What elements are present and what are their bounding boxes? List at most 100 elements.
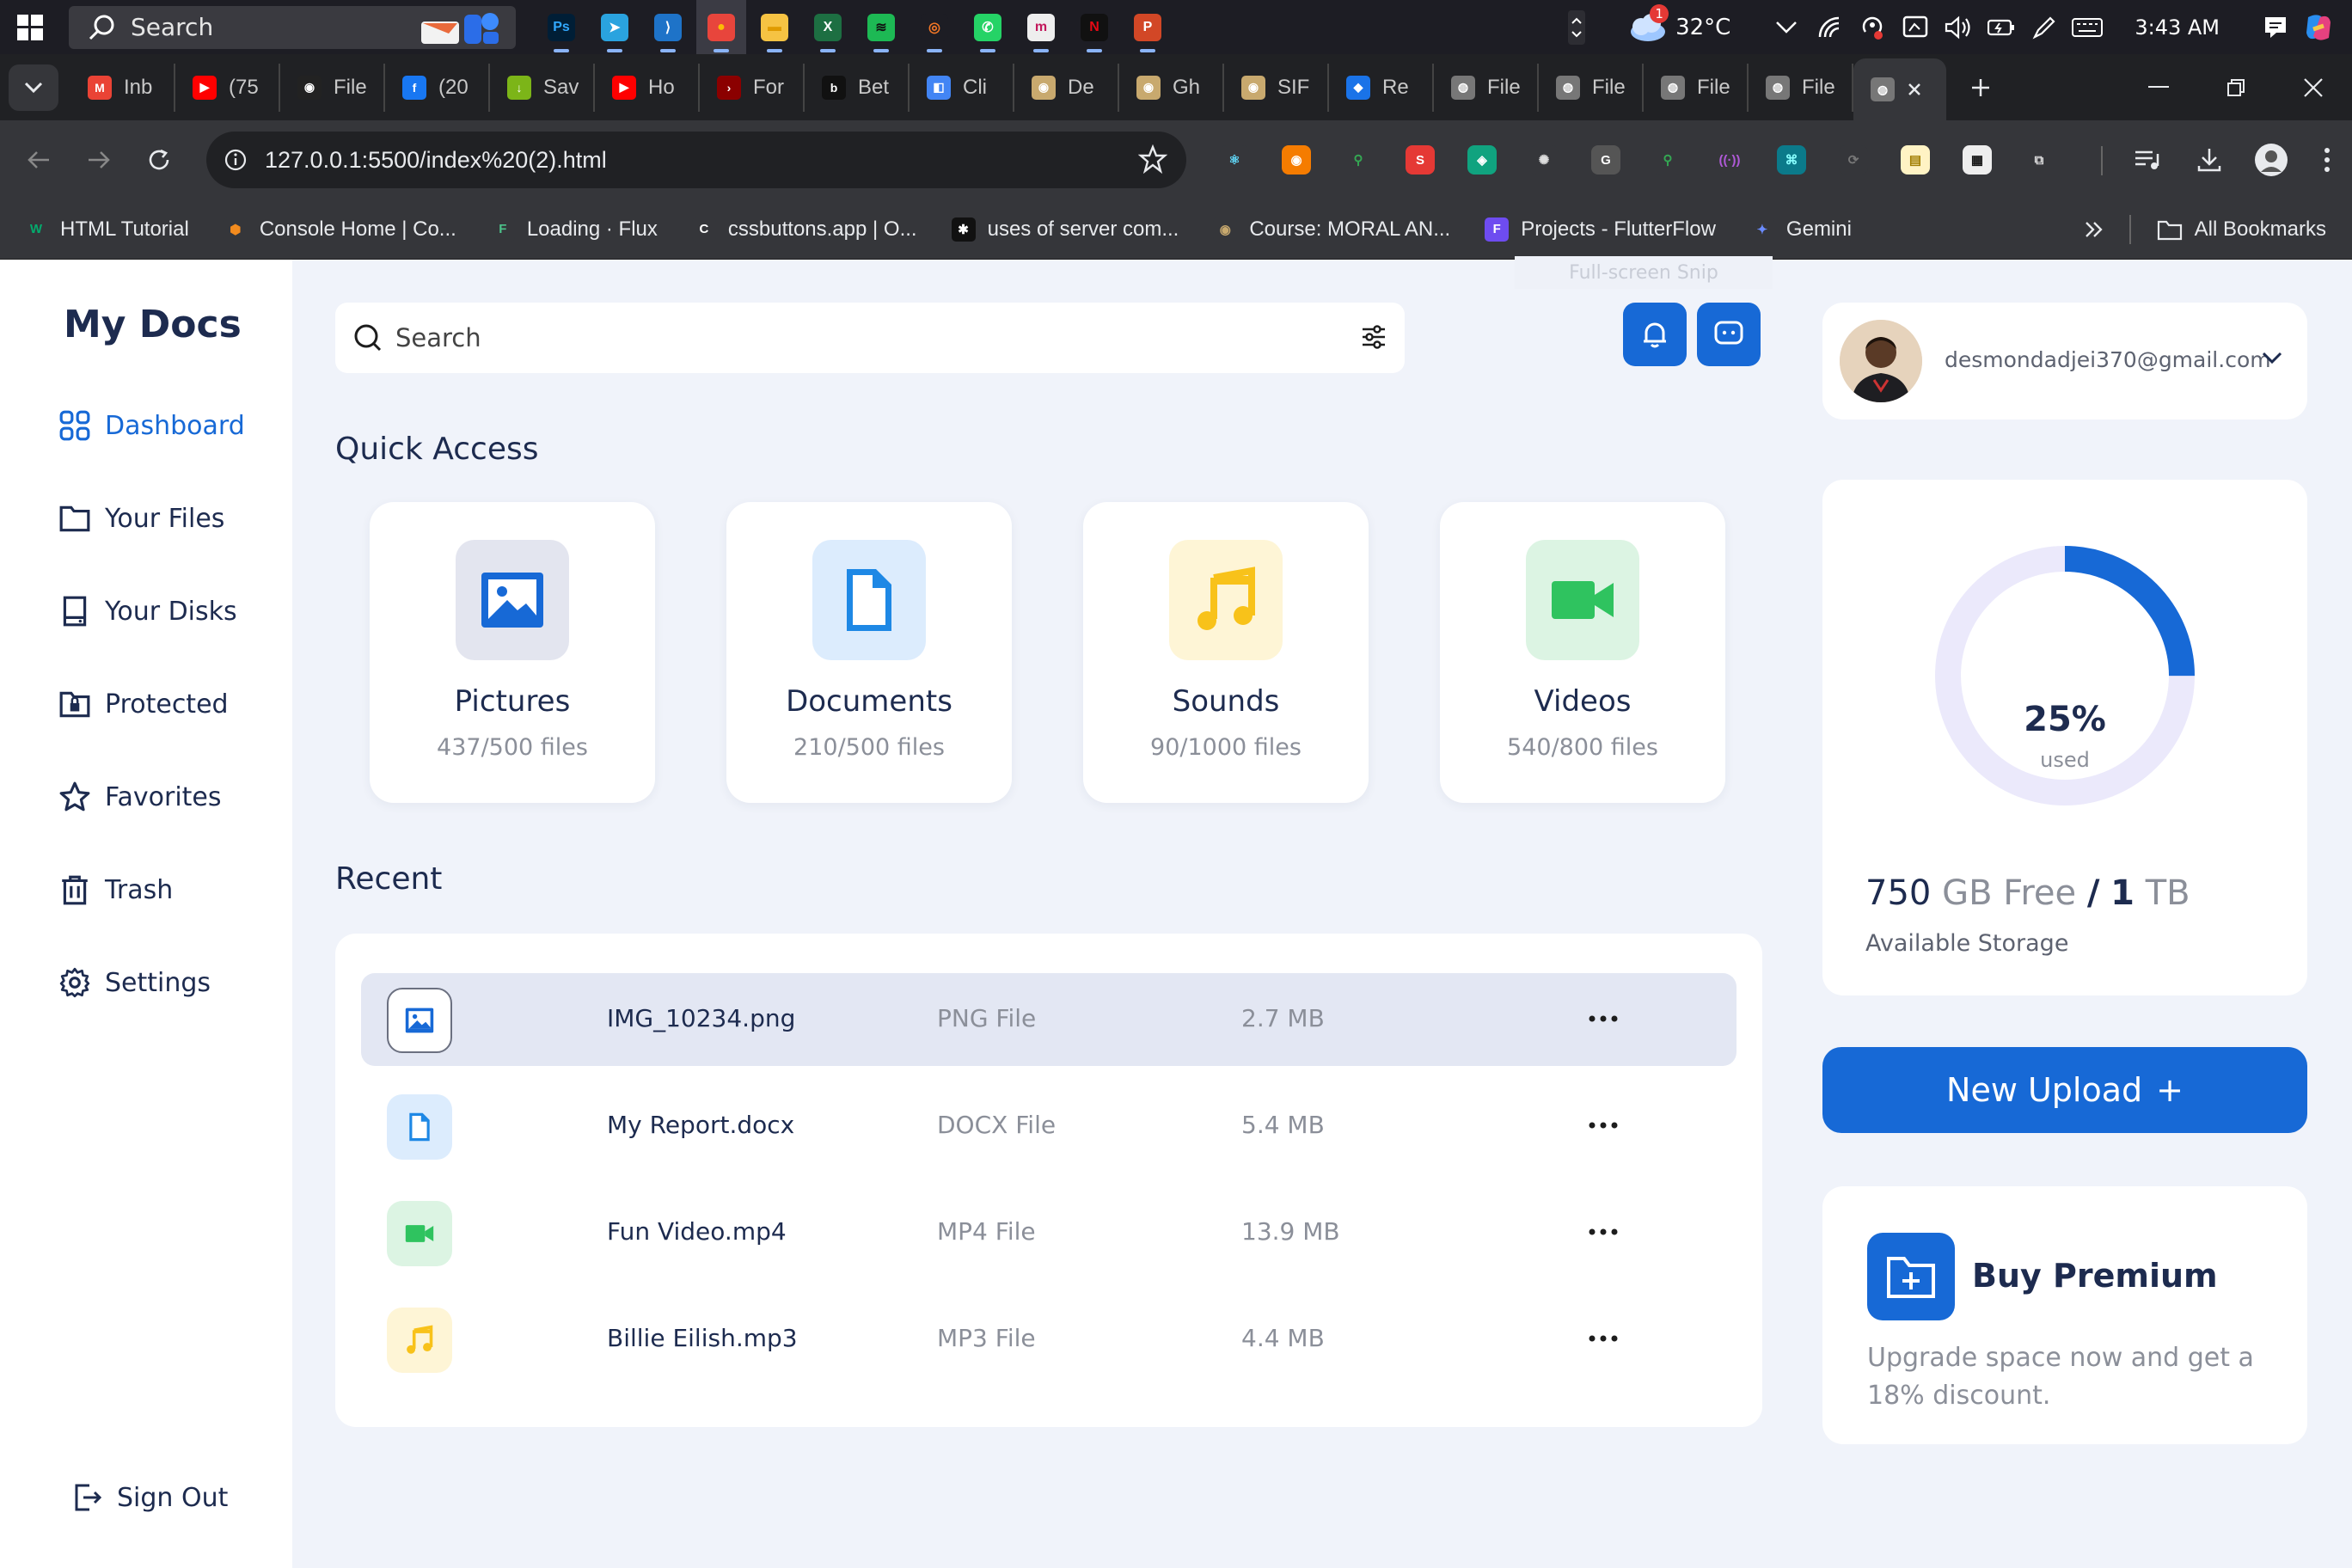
taskbar-app-powerpoint[interactable]: P <box>1123 0 1173 54</box>
browser-tab[interactable]: f (20 <box>385 63 490 112</box>
bookmark-item[interactable]: ⬢ Console Home | Co... <box>206 217 474 242</box>
new-tab-plus-icon[interactable] <box>1955 64 2006 112</box>
more-options-icon[interactable] <box>1582 1319 1625 1358</box>
recent-file-row[interactable]: My Report.docx DOCX File 5.4 MB <box>361 1080 1736 1173</box>
extension-ext-purple[interactable]: ((·)) <box>1699 120 1761 199</box>
taskbar-app-edge-app[interactable]: m <box>1016 0 1066 54</box>
quick-access-card-documents[interactable]: Documents 210/500 files <box>726 502 1012 803</box>
taskbar-app-netflix[interactable]: N <box>1069 0 1119 54</box>
close-tab-icon[interactable] <box>1907 82 1922 97</box>
profile-card[interactable]: desmondadjei370@gmail.com <box>1822 303 2307 420</box>
extension-ext-sync[interactable]: ⟳ <box>1822 120 1884 199</box>
clock[interactable]: 3:43 AM <box>2135 15 2220 40</box>
taskbar-app-spotify[interactable]: ≋ <box>856 0 906 54</box>
back-arrow-icon[interactable] <box>9 130 69 190</box>
weather-widget[interactable]: 1 32°C <box>1624 3 1730 42</box>
quick-access-card-videos[interactable]: Videos 540/800 files <box>1440 502 1725 803</box>
buy-premium-card[interactable]: Buy Premium Upgrade space now and get a … <box>1822 1186 2307 1444</box>
extension-ext-green-search[interactable]: ⚲ <box>1327 120 1389 199</box>
tab-active[interactable]: ◍ <box>1853 58 1946 120</box>
notification-icon[interactable] <box>2254 0 2297 54</box>
taskbar-app-whatsapp[interactable]: ✆ <box>963 0 1013 54</box>
address-bar[interactable]: 127.0.0.1:5500/index%20(2).html <box>206 132 1186 188</box>
sidebar-item-settings[interactable]: Settings <box>58 966 211 999</box>
messages-button[interactable] <box>1697 303 1761 366</box>
filter-sliders-icon[interactable] <box>1360 323 1387 351</box>
recent-file-row[interactable]: IMG_10234.png PNG File 2.7 MB <box>361 973 1736 1066</box>
sidebar-item-trash[interactable]: Trash <box>58 873 173 906</box>
extension-ext-search[interactable]: ⚲ <box>1637 120 1699 199</box>
keyboard-icon[interactable] <box>2066 0 2109 54</box>
reload-icon[interactable] <box>129 130 189 190</box>
file-search-bar[interactable]: Search <box>335 303 1405 373</box>
new-upload-button[interactable]: New Upload + <box>1822 1047 2307 1133</box>
browser-tab[interactable]: ◧ Cli <box>910 63 1014 112</box>
extension-ext-orange[interactable]: ◉ <box>1265 120 1327 199</box>
browser-tab[interactable]: ◍ File <box>1434 63 1539 112</box>
taskbar-app-telegram[interactable]: ➤ <box>590 0 640 54</box>
volume-icon[interactable] <box>1937 0 1980 54</box>
bookmark-item[interactable]: F Loading · Flux <box>474 217 675 242</box>
sidebar-item-dashboard[interactable]: Dashboard <box>58 409 245 442</box>
extension-ext-s[interactable]: S <box>1389 120 1451 199</box>
all-bookmarks-folder[interactable]: All Bookmarks <box>2157 217 2326 242</box>
sidebar-item-protected[interactable]: Protected <box>58 688 229 720</box>
bookmark-item[interactable]: ◉ Course: MORAL AN... <box>1196 217 1467 242</box>
copilot-icon[interactable] <box>2297 0 2340 54</box>
extension-ext-qr[interactable]: ▦ <box>1946 120 2008 199</box>
forward-arrow-icon[interactable] <box>69 130 129 190</box>
browser-tab[interactable]: ◍ File <box>1644 63 1749 112</box>
taskbar-app-chrome[interactable]: ● <box>696 0 746 54</box>
notifications-button[interactable] <box>1623 303 1687 366</box>
sidebar-item-favorites[interactable]: Favorites <box>58 781 222 813</box>
recent-file-row[interactable]: Billie Eilish.mp3 MP3 File 4.4 MB <box>361 1293 1736 1386</box>
minimize-icon[interactable] <box>2120 54 2197 120</box>
browser-tab[interactable]: ↓ Sav <box>490 63 595 112</box>
overflow-chevron-icon[interactable] <box>1555 0 1598 54</box>
profile-avatar-icon[interactable] <box>2240 120 2302 199</box>
recent-file-row[interactable]: Fun Video.mp4 MP4 File 13.9 MB <box>361 1186 1736 1279</box>
browser-tab[interactable]: ◉ De <box>1014 63 1119 112</box>
browser-tab[interactable]: ◉ Gh <box>1119 63 1224 112</box>
browser-tab[interactable]: ◍ File <box>1539 63 1644 112</box>
sidebar-item-your-files[interactable]: Your Files <box>58 502 224 535</box>
bookmark-item[interactable]: ✦ Gemini <box>1733 217 1869 242</box>
tab-search-dropdown-icon[interactable] <box>9 64 58 111</box>
sidebar-item-your-disks[interactable]: Your Disks <box>58 595 237 628</box>
site-info-icon[interactable] <box>224 148 248 172</box>
chevron-down-icon[interactable] <box>2261 351 2283 364</box>
extension-grammarly[interactable]: G <box>1575 120 1637 199</box>
media-playlist-icon[interactable] <box>2116 120 2178 199</box>
browser-tab[interactable]: ▶ Ho <box>595 63 700 112</box>
windows-start-icon[interactable] <box>0 0 60 54</box>
bookmark-item[interactable]: F Projects - FlutterFlow <box>1467 217 1733 242</box>
close-window-icon[interactable] <box>2275 54 2352 120</box>
browser-tab[interactable]: › For <box>700 63 805 112</box>
more-bookmarks-chevron-icon[interactable] <box>2085 221 2104 238</box>
browser-tab[interactable]: ◉ SIF <box>1224 63 1329 112</box>
browser-tab[interactable]: ◉ File <box>280 63 385 112</box>
extension-ext-cyan[interactable]: ⌘ <box>1761 120 1822 199</box>
browser-tab[interactable]: ◍ File <box>1749 63 1853 112</box>
sign-out-button[interactable]: Sign Out <box>72 1482 228 1513</box>
bookmark-star-icon[interactable] <box>1138 144 1167 174</box>
pen-icon[interactable] <box>2023 0 2066 54</box>
battery-icon[interactable] <box>1980 0 2023 54</box>
screen-capture-icon[interactable] <box>1894 0 1937 54</box>
download-icon[interactable] <box>2178 120 2240 199</box>
extension-ext-teal[interactable]: ◈ <box>1451 120 1513 199</box>
taskbar-app-file-explorer[interactable]: ▬ <box>750 0 799 54</box>
taskbar-app-vscode[interactable]: ⟩ <box>643 0 693 54</box>
hotspot-icon[interactable] <box>1851 0 1894 54</box>
extension-react-devtools[interactable]: ⚛ <box>1204 120 1265 199</box>
browser-menu-icon[interactable] <box>2302 120 2352 199</box>
more-options-icon[interactable] <box>1582 999 1625 1038</box>
quick-access-card-pictures[interactable]: Pictures 437/500 files <box>370 502 655 803</box>
wifi-icon[interactable] <box>1808 0 1851 54</box>
browser-tab[interactable]: ▶ (75 <box>175 63 280 112</box>
extension-openai[interactable]: ✺ <box>1513 120 1575 199</box>
extension-ext-note[interactable]: ▤ <box>1884 120 1946 199</box>
browser-tab[interactable]: b Bet <box>805 63 910 112</box>
taskbar-app-jupyter[interactable]: ◎ <box>910 0 959 54</box>
taskbar-app-excel[interactable]: X <box>803 0 853 54</box>
